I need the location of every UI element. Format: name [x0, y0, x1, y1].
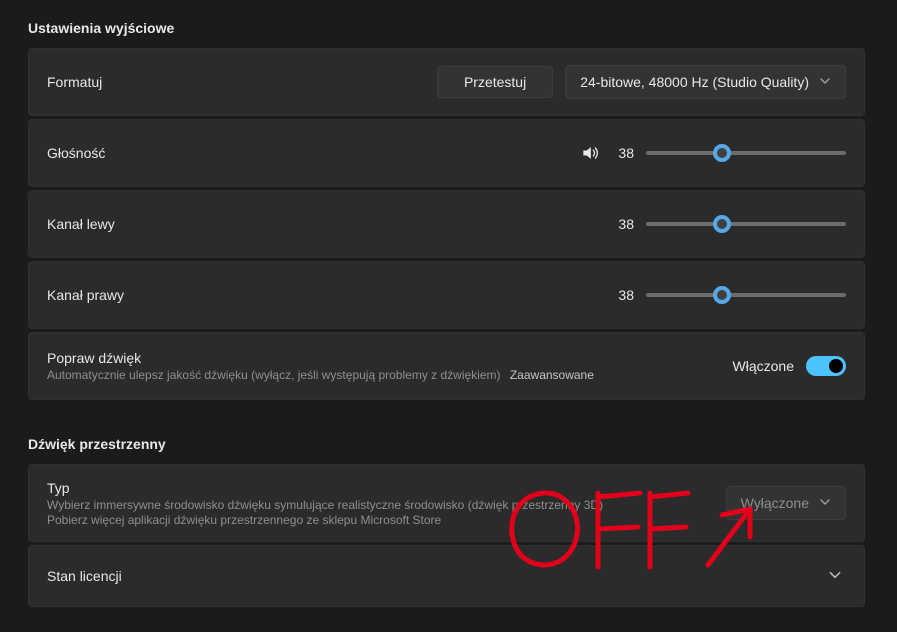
- advanced-link[interactable]: Zaawansowane: [510, 368, 594, 382]
- row-spatial-type: Typ Wybierz immersywne środowisko dźwięk…: [28, 464, 865, 542]
- row-left-channel: Kanał lewy 38: [28, 190, 865, 258]
- spatial-select[interactable]: Wyłączone: [726, 486, 846, 520]
- test-button[interactable]: Przetestuj: [437, 66, 553, 98]
- chevron-down-icon: [819, 495, 831, 511]
- enhance-toggle[interactable]: [806, 356, 846, 376]
- chevron-down-icon: [819, 74, 831, 90]
- label-right-channel: Kanał prawy: [47, 287, 612, 303]
- label-volume: Głośność: [47, 145, 580, 161]
- volume-slider[interactable]: [646, 145, 846, 161]
- row-enhance-audio[interactable]: Popraw dźwięk Automatycznie ulepsz jakoś…: [28, 332, 865, 400]
- label-license: Stan licencji: [47, 568, 824, 584]
- label-format: Formatuj: [47, 74, 437, 90]
- row-right-channel: Kanał prawy 38: [28, 261, 865, 329]
- spatial-select-value: Wyłączone: [741, 495, 809, 511]
- left-value: 38: [612, 216, 634, 232]
- label-left-channel: Kanał lewy: [47, 216, 612, 232]
- row-volume: Głośność 38: [28, 119, 865, 187]
- sub-spatial-type: Wybierz immersywne środowisko dźwięku sy…: [47, 498, 726, 512]
- speaker-icon[interactable]: [580, 143, 600, 163]
- row-format: Formatuj Przetestuj 24-bitowe, 48000 Hz …: [28, 48, 865, 116]
- right-value: 38: [612, 287, 634, 303]
- section-output-title: Ustawienia wyjściowe: [28, 20, 865, 36]
- sub-spatial-store[interactable]: Pobierz więcej aplikacji dźwięku przestr…: [47, 513, 726, 527]
- label-enhance: Popraw dźwięk: [47, 350, 733, 366]
- chevron-down-icon: [824, 568, 846, 585]
- right-slider[interactable]: [646, 287, 846, 303]
- left-slider[interactable]: [646, 216, 846, 232]
- label-spatial-type: Typ: [47, 480, 726, 496]
- volume-value: 38: [612, 145, 634, 161]
- section-spatial-title: Dźwięk przestrzenny: [28, 436, 865, 452]
- format-select-value: 24-bitowe, 48000 Hz (Studio Quality): [580, 74, 809, 90]
- sub-enhance: Automatycznie ulepsz jakość dźwięku (wył…: [47, 368, 733, 382]
- enhance-state-label: Włączone: [733, 358, 794, 374]
- row-license[interactable]: Stan licencji: [28, 545, 865, 607]
- format-select[interactable]: 24-bitowe, 48000 Hz (Studio Quality): [565, 65, 846, 99]
